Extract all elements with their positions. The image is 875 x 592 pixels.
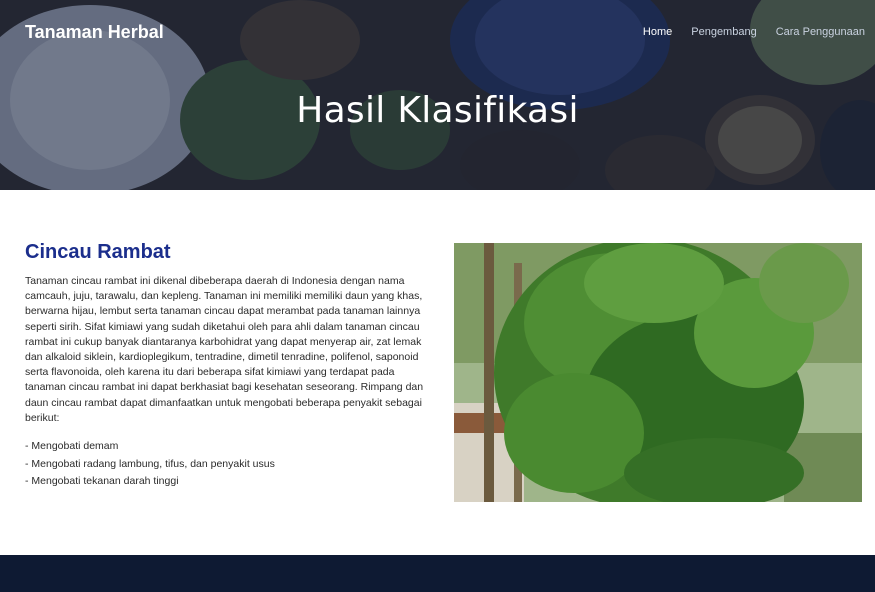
hero-banner: Tanaman Herbal Home Pengembang Cara Peng… xyxy=(0,0,875,190)
benefit-item: Mengobati tekanan darah tinggi xyxy=(25,473,433,491)
page-title: Hasil Klasifikasi xyxy=(296,90,579,131)
plant-photo xyxy=(454,243,862,502)
benefits-list: Mengobati demam Mengobati radang lambung… xyxy=(25,438,433,491)
plant-photo-image xyxy=(454,243,862,502)
nav-home[interactable]: Home xyxy=(643,26,672,38)
benefit-item: Mengobati demam xyxy=(25,438,433,456)
benefit-item: Mengobati radang lambung, tifus, dan pen… xyxy=(25,456,433,474)
nav-cara-penggunaan[interactable]: Cara Penggunaan xyxy=(776,26,865,38)
plant-description: Tanaman cincau rambat ini dikenal dibebe… xyxy=(25,275,424,424)
plant-name-heading: Cincau Rambat xyxy=(25,241,171,263)
footer xyxy=(0,555,875,592)
nav-pengembang[interactable]: Pengembang xyxy=(691,26,756,38)
main-nav: Home Pengembang Cara Penggunaan xyxy=(643,26,865,38)
brand-logo-text[interactable]: Tanaman Herbal xyxy=(25,22,164,43)
